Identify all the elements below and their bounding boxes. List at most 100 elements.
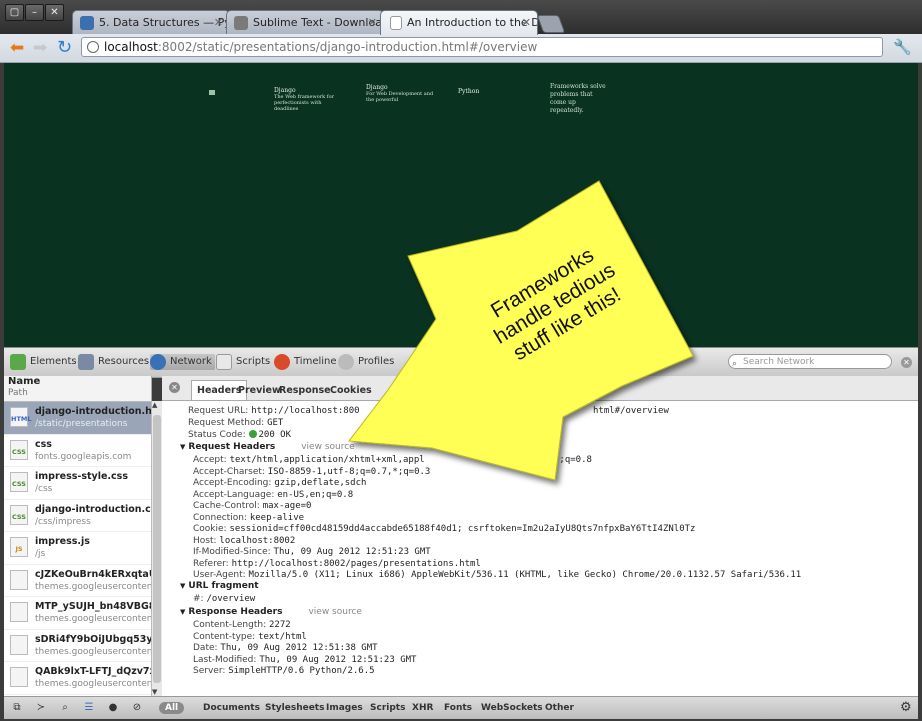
- tab-label: Scripts: [236, 356, 271, 367]
- request-name: QABk9lxT-LFTJ_dQzv7xplt: [35, 666, 151, 677]
- css-file-icon: CSS: [10, 504, 28, 525]
- window-minimize-button[interactable]: –: [25, 4, 44, 21]
- header-key: If-Modified-Since:: [193, 547, 271, 557]
- search-icon: ⌕: [732, 359, 738, 369]
- list-view-icon[interactable]: ☰: [80, 701, 98, 715]
- section-title: URL fragment: [188, 581, 259, 591]
- tab-close-icon[interactable]: ✕: [522, 11, 531, 35]
- header-key: Accept-Encoding:: [193, 478, 272, 488]
- header-row: Referer: http://localhost:8002/pages/pre…: [193, 558, 481, 570]
- header-value: Mozilla/5.0 (X11; Linux i686) AppleWebKi…: [248, 570, 802, 580]
- header-key: Content-Length:: [193, 620, 267, 630]
- tab-python-docs[interactable]: 5. Data Structures — Py ✕: [72, 10, 230, 34]
- forward-arrow-icon[interactable]: ➡: [33, 38, 47, 58]
- clear-icon[interactable]: ⊘: [128, 701, 146, 715]
- filter-websockets[interactable]: WebSockets: [481, 702, 543, 714]
- tab-django-introduction[interactable]: An Introduction to the D ✕: [380, 10, 538, 35]
- header-row: Last-Modified: Thu, 09 Aug 2012 12:51:23…: [193, 654, 416, 666]
- reload-icon[interactable]: ↻: [57, 38, 72, 58]
- request-row[interactable]: CSS django-introduction.css/css/impress: [4, 500, 151, 532]
- request-path: /css: [35, 484, 53, 494]
- filter-all[interactable]: All: [159, 702, 185, 714]
- devtools-tab-profiles[interactable]: Profiles: [338, 354, 394, 370]
- url-host: localhost: [104, 40, 158, 54]
- view-source-link[interactable]: view source: [308, 607, 361, 617]
- response-headers-section[interactable]: ▼ Response Headers view source: [180, 606, 362, 618]
- back-arrow-icon[interactable]: ⬅: [10, 38, 24, 58]
- sublime-favicon-icon: [234, 16, 248, 30]
- tab-cookies[interactable]: Cookies: [325, 381, 377, 400]
- page-viewport: Django The Web framework for perfectioni…: [4, 63, 918, 347]
- devtools-tab-elements[interactable]: Elements: [10, 354, 77, 370]
- request-row[interactable]: CSS css fonts.googleapis.com: [4, 435, 151, 467]
- header-value: sessionid=cff00cd48159dd4accabde65188f40…: [229, 524, 696, 534]
- console-icon[interactable]: ≻: [32, 701, 50, 715]
- header-value: en-US,en;q=0.8: [277, 489, 354, 500]
- tab-close-icon[interactable]: ✕: [368, 11, 377, 34]
- header-key: User-Agent:: [193, 570, 246, 580]
- close-devtools-icon[interactable]: ✕: [901, 357, 912, 368]
- header-value-tail: *;q=0.8: [554, 454, 592, 466]
- request-row[interactable]: cJZKeOuBrn4kERxqtaUH3Tthemes.googleuserc…: [4, 565, 151, 597]
- header-row: User-Agent: Mozilla/5.0 (X11; Linux i686…: [193, 569, 801, 581]
- request-row[interactable]: QABk9lxT-LFTJ_dQzv7xplt themes.googleuser…: [4, 662, 151, 695]
- request-row[interactable]: CSS impress-style.css/css: [4, 467, 151, 500]
- dock-icon[interactable]: ⧉: [8, 701, 26, 715]
- network-search-input[interactable]: ⌕ Search Network: [728, 354, 892, 369]
- filter-fonts[interactable]: Fonts: [444, 702, 472, 714]
- disclosure-triangle-icon[interactable]: ▼: [180, 582, 185, 590]
- filter-stylesheets[interactable]: Stylesheets: [265, 702, 324, 714]
- request-name: django-introduction.css: [35, 503, 151, 515]
- request-row[interactable]: sDRi4fY9bOiJUbgq53yZCfethemes.googleuser…: [4, 630, 151, 662]
- request-url-tail: html#/overview: [593, 405, 669, 417]
- header-value: text/html,application/xhtml+xml,appl: [229, 455, 425, 465]
- request-path: /css/impress: [35, 516, 91, 527]
- filter-xhr[interactable]: XHR: [412, 702, 433, 714]
- header-key: Date:: [193, 643, 218, 653]
- scroll-up-icon[interactable]: ▲: [152, 401, 157, 409]
- devtools-tab-scripts[interactable]: Scripts: [216, 354, 270, 370]
- view-source-link[interactable]: view source: [301, 442, 354, 452]
- address-bar[interactable]: localhost:8002/static/presentations/djan…: [81, 37, 883, 57]
- disclosure-triangle-icon[interactable]: ▼: [180, 443, 185, 451]
- wrench-menu-icon[interactable]: 🔧: [893, 38, 912, 56]
- detail-tabbar: ✕ Headers Preview Response Cookies: [162, 376, 918, 401]
- gear-icon[interactable]: ⚙: [900, 700, 912, 715]
- request-headers-section[interactable]: ▼ Request Headers view source: [180, 441, 355, 453]
- devtools-tab-timeline[interactable]: Timeline: [274, 354, 337, 370]
- window-close-button[interactable]: ✕: [45, 4, 64, 21]
- css-file-icon: CSS: [10, 439, 28, 460]
- column-name[interactable]: Name: [8, 376, 151, 388]
- request-rows: HTML django-introduction.html/static/pres…: [4, 402, 151, 695]
- window-restore-button[interactable]: ▢: [5, 4, 24, 21]
- disclosure-triangle-icon[interactable]: ▼: [180, 608, 185, 616]
- filter-scripts[interactable]: Scripts: [370, 702, 405, 714]
- header-key: Cookie:: [193, 524, 227, 534]
- header-row: Cookie: sessionid=cff00cd48159dd4accabde…: [193, 523, 695, 535]
- tab-close-icon[interactable]: ✕: [214, 11, 223, 34]
- filter-images[interactable]: Images: [326, 702, 363, 714]
- request-name: impress-style.css: [35, 471, 128, 482]
- scroll-down-icon[interactable]: ▼: [152, 688, 157, 696]
- devtools-tab-network[interactable]: Network: [150, 354, 215, 370]
- filter-other[interactable]: Other: [545, 702, 574, 714]
- browser-titlebar: ▢ – ✕ 5. Data Structures — Py ✕ Sublime …: [0, 0, 922, 35]
- search-icon[interactable]: ⌕: [56, 701, 74, 715]
- record-icon[interactable]: ●: [104, 701, 122, 715]
- request-row[interactable]: JS impress.js/js: [4, 532, 151, 565]
- close-detail-icon[interactable]: ✕: [169, 382, 180, 393]
- url-fragment-section[interactable]: ▼ URL fragment: [180, 580, 259, 592]
- scrollbar-thumb[interactable]: [153, 415, 161, 683]
- header-row: Accept: text/html,application/xhtml+xml,…: [193, 454, 425, 466]
- request-row[interactable]: HTML django-introduction.html/static/pres…: [4, 402, 151, 435]
- request-row[interactable]: MTP_ySUJH_bn48VBG8sNS themes.googleuserco…: [4, 597, 151, 630]
- slide-step-3: Python: [458, 88, 480, 95]
- tab-label: Resources: [98, 356, 150, 367]
- new-tab-button[interactable]: [536, 15, 566, 33]
- slide-step-4: Frameworks solve problems that come up r…: [550, 83, 606, 114]
- header-value: html#/overview: [593, 406, 669, 416]
- tab-sublime-text[interactable]: Sublime Text - Downloa ✕: [226, 10, 384, 34]
- devtools-tab-resources[interactable]: Resources: [78, 354, 149, 370]
- filter-documents[interactable]: Documents: [203, 702, 260, 714]
- header-value: Thu, 09 Aug 2012 12:51:38 GMT: [220, 643, 378, 653]
